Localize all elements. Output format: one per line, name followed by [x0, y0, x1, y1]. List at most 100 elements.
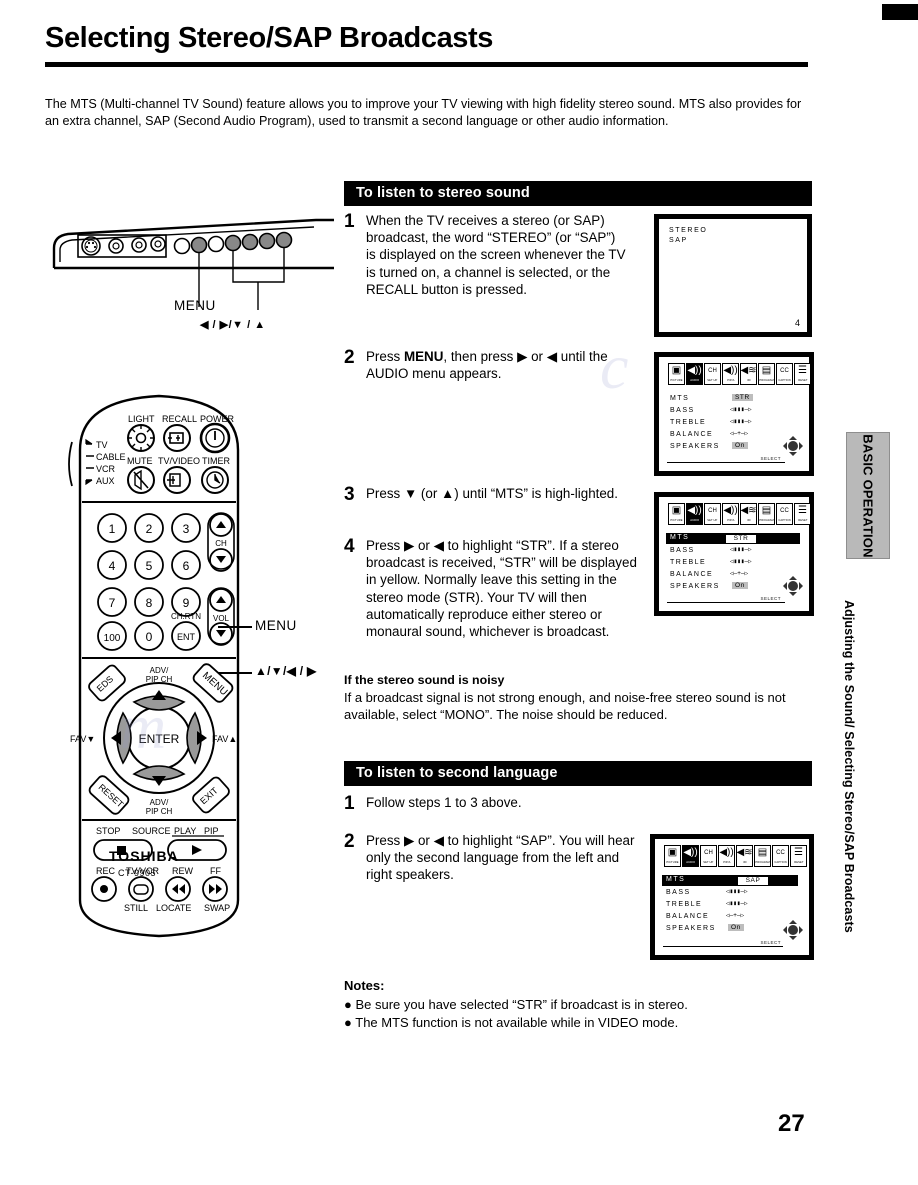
osd-speakers-value[interactable]: On — [732, 582, 748, 589]
svg-text:7: 7 — [109, 596, 116, 610]
osd-icon-pip[interactable]: ◀)) PIP/A — [722, 363, 739, 385]
osd-row-treble[interactable]: TREBLE — [670, 419, 706, 426]
osd-row-treble[interactable]: TREBLE — [666, 901, 702, 908]
side-tab-basic-operation: BASIC OPERATION — [846, 432, 890, 559]
svg-text:PIP: PIP — [204, 826, 219, 836]
osd-row-label: MTS — [666, 876, 686, 883]
svg-text:LOCATE: LOCATE — [156, 903, 191, 913]
osd-row-bass[interactable]: BASS — [666, 889, 691, 896]
osd-icon-row[interactable]: ▣ PICTURE ◀)) AUDIO CH SET UP ◀)) PIP/A ◀≋ 3D… — [668, 363, 811, 385]
svg-text:SWAP: SWAP — [204, 903, 230, 913]
osd-icon-pip[interactable]: ◀)) PIP/A — [722, 503, 739, 525]
osd-icon-picture[interactable]: ▣ PICTURE — [668, 503, 685, 525]
volume-icon: ◀)) — [723, 505, 738, 516]
svg-text:PIP CH: PIP CH — [146, 807, 173, 816]
osd-bass-slider[interactable]: ◁▮▮▮—▷ — [730, 546, 752, 553]
osd-icon-program[interactable]: ▤ PROGRAM — [758, 363, 775, 385]
osd-row-bass[interactable]: BASS — [670, 547, 695, 554]
osd-row-speakers[interactable]: SPEAKERS — [670, 583, 720, 590]
osd-row-balance[interactable]: BALANCE — [670, 571, 713, 578]
svg-text:4: 4 — [109, 559, 116, 573]
osd-icon-audio[interactable]: ◀)) AUDIO — [686, 503, 703, 525]
osd-navpad-icon — [782, 575, 804, 597]
osd-icon-setup[interactable]: CH SET UP — [700, 845, 717, 867]
osd-icon-row[interactable]: ▣ PICTURE ◀)) AUDIO CH SET UP ◀)) PIP/A ◀≋ 3D… — [668, 503, 811, 525]
panel-arrows-callout: ◀ / ▶/▼ / ▲ — [200, 319, 266, 331]
noisy-subheading: If the stereo sound is noisy — [344, 673, 505, 687]
osd-icon-program[interactable]: ▤ PROGRAM — [754, 845, 771, 867]
osd-screen-stereo-indicator: STEREO SAP 4 — [654, 214, 812, 337]
surround-icon: ◀≋ — [740, 505, 757, 516]
step-number: 2 — [344, 347, 355, 368]
running-head-vertical: Adjusting the Sound/ Selecting Stereo/SA… — [842, 600, 862, 980]
step-text: Press MENU, then press ▶ or ◀ until the … — [366, 348, 634, 382]
osd-icon-picture[interactable]: ▣ PICTURE — [664, 845, 681, 867]
svg-text:6: 6 — [183, 559, 190, 573]
osd-row-treble[interactable]: TREBLE — [670, 559, 706, 566]
osd-speakers-value[interactable]: On — [728, 924, 744, 931]
osd-icon-caption: PIP/A — [726, 378, 735, 382]
osd-speakers-value[interactable]: On — [732, 442, 748, 449]
osd-icon-caption: RESET — [797, 378, 808, 382]
svg-text:CABLE: CABLE — [96, 452, 126, 462]
osd-bass-slider[interactable]: ◁▮▮▮—▷ — [726, 888, 748, 895]
osd-balance-slider[interactable]: ◁—+—▷ — [726, 912, 744, 919]
osd-treble-slider[interactable]: ◁▮▮▮—▷ — [730, 558, 752, 565]
osd-icon-audio[interactable]: ◀)) AUDIO — [682, 845, 699, 867]
reset-icon: ☰ — [798, 505, 807, 516]
osd-icon-caption: PICTURE — [666, 860, 679, 864]
osd-row-balance[interactable]: BALANCE — [666, 913, 709, 920]
channel-icon: CH — [708, 508, 717, 514]
osd-icon-caption[interactable]: CC CAPTION — [776, 503, 793, 525]
osd-icon-3d[interactable]: ◀≋ 3D — [740, 503, 757, 525]
osd-icon-audio[interactable]: ◀)) AUDIO — [686, 363, 703, 385]
osd-icon-reset[interactable]: ☰ RESET — [794, 363, 811, 385]
speaker-icon: ◀)) — [687, 365, 702, 376]
osd-balance-slider[interactable]: ◁—+—▷ — [730, 570, 748, 577]
osd-row-mts-highlighted[interactable]: MTS SAP — [662, 875, 798, 886]
osd-icon-program[interactable]: ▤ PROGRAM — [758, 503, 775, 525]
remote-model: CT-9905 — [118, 868, 157, 878]
step-number: 1 — [344, 211, 355, 232]
svg-text:AUX: AUX — [96, 476, 115, 486]
osd-baseline — [663, 946, 783, 947]
osd-icon-row[interactable]: ▣ PICTURE ◀)) AUDIO CH SET UP ◀)) PIP/A ◀≋ 3D… — [664, 845, 807, 867]
osd-row-speakers[interactable]: SPEAKERS — [666, 925, 716, 932]
osd-icon-3d[interactable]: ◀≋ 3D — [740, 363, 757, 385]
osd-row-balance[interactable]: BALANCE — [670, 431, 713, 438]
osd-mts-value[interactable]: SAP — [738, 876, 768, 885]
osd-row-mts[interactable]: MTS — [670, 395, 689, 402]
running-head-label: Adjusting the Sound/ Selecting Stereo/SA… — [842, 600, 856, 933]
osd-treble-slider[interactable]: ◁▮▮▮—▷ — [730, 418, 752, 425]
osd-icon-reset[interactable]: ☰ RESET — [794, 503, 811, 525]
osd-icon-setup[interactable]: CH SET UP — [704, 503, 721, 525]
intro-paragraph: The MTS (Multi-channel TV Sound) feature… — [45, 97, 802, 128]
osd-row-bass[interactable]: BASS — [670, 407, 695, 414]
osd-row-speakers[interactable]: SPEAKERS — [670, 443, 720, 450]
osd-mts-value[interactable]: STR — [726, 534, 756, 543]
svg-text:POWER: POWER — [200, 414, 235, 424]
step-number: 3 — [344, 484, 355, 505]
osd-icon-caption: CAPTION — [774, 860, 787, 864]
osd-mts-value[interactable]: STR — [732, 394, 753, 401]
osd-balance-slider[interactable]: ◁—+—▷ — [730, 430, 748, 437]
program-icon: ▤ — [757, 847, 768, 858]
osd-bass-slider[interactable]: ◁▮▮▮—▷ — [730, 406, 752, 413]
osd-icon-setup[interactable]: CH SET UP — [704, 363, 721, 385]
osd-icon-caption[interactable]: CC CAPTION — [776, 363, 793, 385]
osd-icon-3d[interactable]: ◀≋ 3D — [736, 845, 753, 867]
osd-icon-caption: SET UP — [707, 518, 718, 522]
svg-text:LIGHT: LIGHT — [128, 414, 155, 424]
osd-icon-reset[interactable]: ☰ RESET — [790, 845, 807, 867]
osd-row-mts-highlighted[interactable]: MTS STR — [666, 533, 800, 544]
osd-treble-slider[interactable]: ◁▮▮▮—▷ — [726, 900, 748, 907]
osd-icon-caption[interactable]: CC CAPTION — [772, 845, 789, 867]
svg-text:STILL: STILL — [124, 903, 148, 913]
osd-icon-picture[interactable]: ▣ PICTURE — [668, 363, 685, 385]
osd-icon-caption: 3D — [746, 518, 751, 522]
side-tab-label: BASIC OPERATION — [860, 433, 876, 558]
osd-icon-caption: AUDIO — [686, 860, 695, 864]
svg-text:ADV/: ADV/ — [150, 666, 169, 675]
svg-text:2: 2 — [146, 522, 153, 536]
osd-icon-pip[interactable]: ◀)) PIP/A — [718, 845, 735, 867]
